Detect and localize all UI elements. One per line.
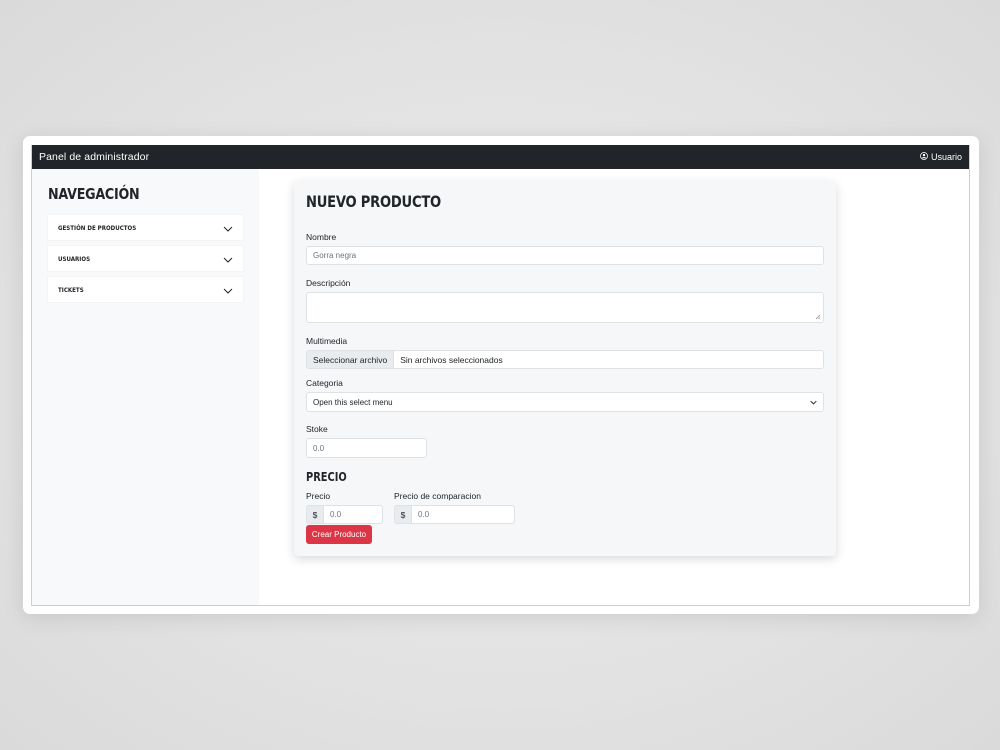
price-placeholder: 0.0 [330,510,342,519]
sidebar-item-label: Tickets [58,285,84,294]
chevron-down-icon [223,219,233,237]
user-menu[interactable]: Usuario [920,152,962,162]
sidebar-item-label: Gestión de productos [58,223,137,232]
compare-price-label: Precio de comparacion [394,491,481,501]
main-content: Nuevo producto Nombre Gorra negra Descri… [259,169,969,605]
user-circle-icon [920,152,931,162]
name-label: Nombre [306,232,337,242]
stock-placeholder: 0.0 [313,443,325,453]
compare-price-input-group: $ 0.0 [394,505,515,524]
name-placeholder: Gorra negra [313,251,357,260]
compare-price-placeholder: 0.0 [418,510,430,519]
sidebar: Navegación Gestión de productos Usuarios… [32,169,259,605]
top-navbar: Panel de administrador Usuario [32,145,969,169]
sidebar-title: Navegación [48,185,140,203]
navbar-brand[interactable]: Panel de administrador [39,151,149,163]
name-input[interactable]: Gorra negra [306,246,824,265]
stock-label: Stoke [306,424,328,434]
description-label: Descripción [306,278,351,288]
compare-price-input[interactable]: 0.0 [411,505,515,524]
currency-addon: $ [394,505,411,524]
chevron-down-icon [223,281,233,299]
media-file-input[interactable]: Seleccionar archivo Sin archivos selecci… [306,350,824,369]
app-window: Panel de administrador Usuario Navegació… [31,145,970,606]
category-label: Categoria [306,378,343,388]
price-section-title: Precio [306,470,347,484]
resize-handle-icon[interactable] [815,314,821,320]
category-select[interactable]: Open this select menu [306,392,824,412]
file-status: Sin archivos seleccionados [400,354,503,365]
description-textarea[interactable] [306,292,824,323]
category-selected: Open this select menu [313,397,393,407]
stock-input[interactable]: 0.0 [306,438,427,458]
currency-addon: $ [306,505,323,524]
chevron-down-icon [223,250,233,268]
new-product-card: Nuevo producto Nombre Gorra negra Descri… [294,181,836,556]
media-label: Multimedia [306,336,348,346]
sidebar-item-label: Usuarios [58,254,91,263]
price-input-group: $ 0.0 [306,505,383,524]
chevron-down-icon [810,398,817,407]
create-product-button[interactable]: Crear Producto [306,525,372,544]
price-label: Precio [306,491,331,501]
user-label: Usuario [930,152,962,162]
page-title: Nuevo producto [306,192,441,211]
select-file-button[interactable]: Seleccionar archivo [307,351,395,368]
price-input[interactable]: 0.0 [323,505,383,524]
sidebar-item-tickets[interactable]: Tickets [48,277,243,302]
sidebar-item-users[interactable]: Usuarios [48,246,243,271]
sidebar-item-product-management[interactable]: Gestión de productos [48,215,243,240]
